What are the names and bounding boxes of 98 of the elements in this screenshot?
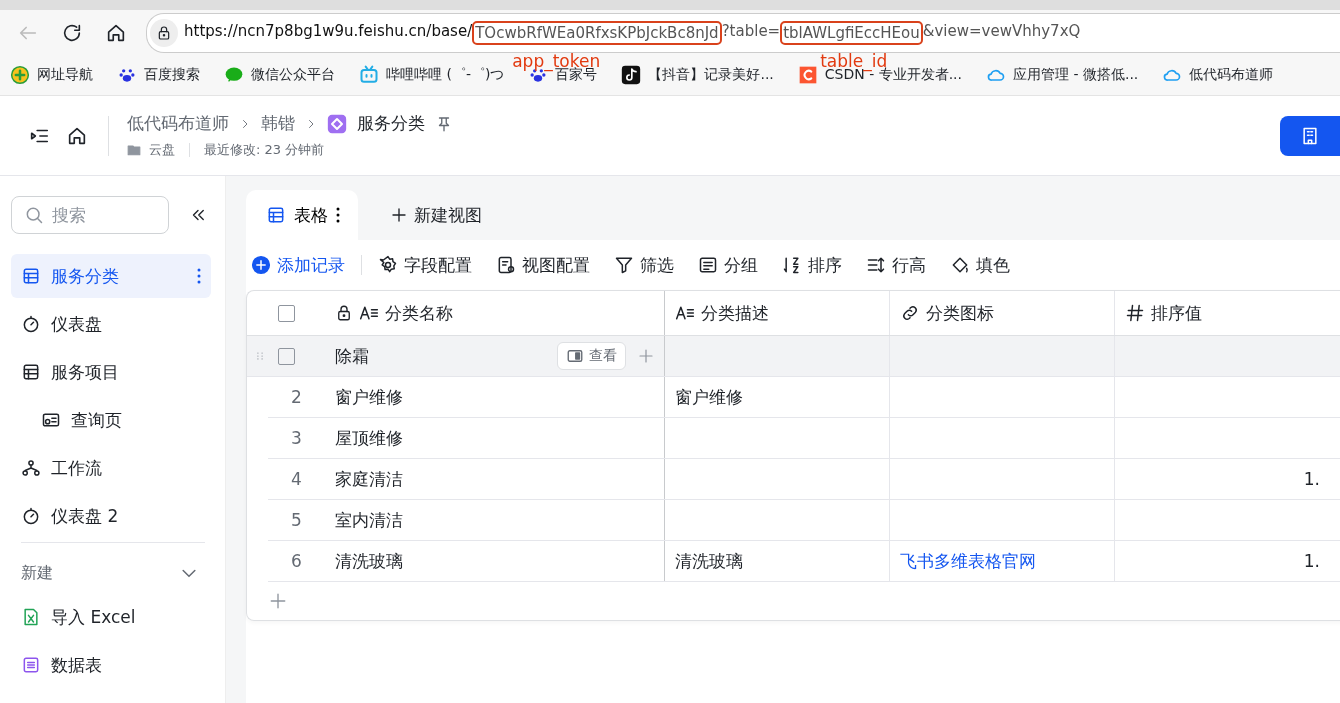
url-part: ?table=	[721, 21, 781, 40]
folder-icon	[127, 143, 141, 157]
table-cell: 1.	[1303, 551, 1320, 571]
sidebar-item[interactable]: 仪表盘 2	[11, 494, 211, 538]
globe-icon	[10, 65, 30, 85]
sort-icon	[782, 255, 802, 275]
tv-icon	[359, 65, 379, 85]
view-settings-icon	[496, 255, 516, 275]
breadcrumb[interactable]: 服务分类	[357, 112, 425, 135]
new-view-button[interactable]: 新建视图	[384, 202, 488, 228]
highlighted-url-part: TOcwbRfWEa0RfxsKPbJckBc8nJd	[475, 23, 719, 42]
more-icon[interactable]	[336, 207, 340, 223]
url-part: &view=vewVhhy7xQ	[922, 21, 1081, 40]
column-header[interactable]: 分类描述	[665, 291, 890, 335]
table-cell: 1.	[1303, 469, 1320, 489]
table-cell: 清洗玻璃	[335, 549, 403, 573]
toolbar-button[interactable]: 筛选	[614, 253, 674, 277]
sidebar-item[interactable]: 工作流	[11, 446, 211, 490]
toolbar-button[interactable]: 填色	[950, 253, 1010, 277]
sidebar-item[interactable]: 仪表盘	[11, 302, 211, 346]
group-icon	[698, 255, 718, 275]
bookmark-link[interactable]: 网址导航	[37, 66, 93, 84]
expand-record-button[interactable]: 查看	[557, 342, 626, 370]
breadcrumb[interactable]: 低代码布道师	[127, 112, 229, 135]
sheet-icon	[21, 655, 41, 675]
sidebar-item[interactable]: 查询页	[11, 398, 211, 442]
filter-icon	[614, 255, 634, 275]
column-header[interactable]: 分类名称	[325, 291, 665, 335]
table-row[interactable]: 5 室内清洁	[268, 500, 1340, 541]
column-header[interactable]: 分类图标	[890, 291, 1115, 335]
table-row[interactable]: 3 屋顶维修	[268, 418, 1340, 459]
table-cell: 除霜	[335, 344, 369, 368]
letter-c-icon	[797, 65, 818, 85]
flow-icon	[21, 458, 41, 478]
music-note-icon	[621, 65, 642, 85]
create-option[interactable]: 导入 Excel	[11, 595, 211, 639]
select-all-checkbox[interactable]	[277, 304, 295, 322]
bookmark-link[interactable]: 应用管理 - 微搭低...	[1013, 66, 1139, 84]
toolbar-button[interactable]: 字段配置	[378, 253, 472, 277]
excel-icon	[21, 607, 41, 627]
hash-icon	[1125, 303, 1145, 323]
bookmark-link[interactable]: 哔哩哔哩 (゜-゜)つ	[386, 66, 505, 84]
text-field-icon	[675, 303, 695, 323]
row-number: 3	[291, 428, 302, 448]
row-number: 4	[291, 469, 302, 489]
paint-bucket-icon	[950, 255, 970, 275]
bookmark-link[interactable]: 百度搜索	[144, 66, 200, 84]
row-checkbox[interactable]	[277, 347, 295, 365]
toolbar-button[interactable]: 分组	[698, 253, 758, 277]
view-tab[interactable]: 表格	[246, 190, 358, 240]
lock-icon	[156, 24, 172, 41]
table-row[interactable]: 2 窗户维修 窗户维修	[268, 377, 1340, 418]
table-cell: 室内清洁	[335, 508, 403, 532]
building-icon	[1300, 125, 1320, 146]
text-field-icon	[359, 303, 379, 323]
table-cell: 窗户维修	[335, 385, 403, 409]
highlighted-url-part: tblAWLgfiEccHEou	[783, 23, 920, 42]
table-row[interactable]: 除霜 查看	[247, 336, 1340, 377]
toolbar-button[interactable]: 视图配置	[496, 253, 590, 277]
plus-icon	[390, 206, 408, 224]
location-link[interactable]: 云盘	[149, 141, 175, 159]
dashboard-icon	[21, 506, 41, 526]
toolbar-button[interactable]: 添加记录	[251, 253, 345, 277]
row-number: 2	[291, 387, 302, 407]
table-row[interactable]: 4 家庭清洁 1.	[268, 459, 1340, 500]
search-icon	[24, 205, 44, 225]
table-icon	[21, 266, 41, 286]
table-cell: 窗户维修	[675, 385, 743, 409]
add-icon	[251, 255, 271, 275]
table-cell: 屋顶维修	[335, 426, 403, 450]
cell-link[interactable]: 飞书多维表格官网	[900, 549, 1036, 573]
column-header[interactable]: 排序值	[1115, 291, 1320, 335]
toolbar-button[interactable]: 排序	[782, 253, 842, 277]
settings-icon	[378, 255, 398, 275]
row-number: 6	[291, 551, 302, 571]
panel-icon	[566, 347, 584, 365]
sidebar-item[interactable]: 服务分类	[11, 254, 211, 298]
share-button[interactable]	[1280, 115, 1340, 156]
create-option[interactable]: 数据表	[11, 643, 211, 687]
bookmark-link[interactable]: 微信公众平台	[251, 66, 335, 84]
row-height-icon	[866, 255, 886, 275]
table-row[interactable]: 6 清洗玻璃 清洗玻璃 飞书多维表格官网 1.	[268, 541, 1340, 582]
dashboard-icon	[21, 314, 41, 334]
bookmark-link[interactable]: 低代码布道师	[1189, 66, 1274, 84]
table-cell: 家庭清洁	[335, 467, 403, 491]
form-icon	[41, 410, 61, 430]
link-icon	[900, 303, 920, 323]
bookmark-link[interactable]: 【抖音】记录美好...	[648, 66, 774, 84]
table-icon	[266, 205, 286, 225]
section-title: 新建	[21, 562, 53, 584]
toolbar-button[interactable]: 行高	[866, 253, 926, 277]
row-number: 5	[291, 510, 302, 530]
breadcrumb[interactable]: 韩锴	[261, 112, 295, 135]
table-icon	[21, 362, 41, 382]
modified-time: 最近修改: 23 分钟前	[204, 141, 325, 159]
sidebar-item[interactable]: 服务项目	[11, 350, 211, 394]
table-cell: 清洗玻璃	[675, 549, 743, 573]
base-icon	[327, 113, 347, 134]
